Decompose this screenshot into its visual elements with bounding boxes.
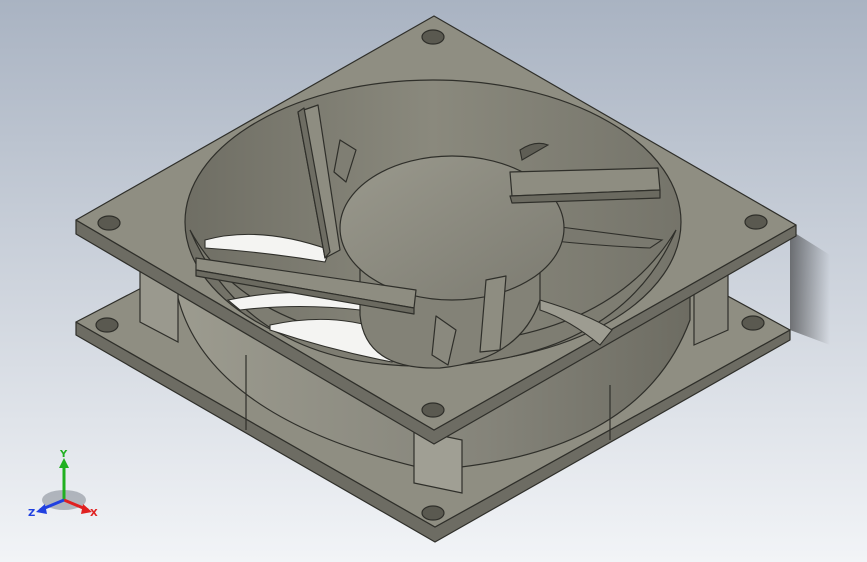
triad-z-label: Z xyxy=(28,508,35,519)
mounting-hole-top xyxy=(421,29,445,45)
mounting-hole-left xyxy=(97,215,121,231)
mounting-hole-bottom xyxy=(421,402,445,418)
mounting-hole-right xyxy=(744,214,768,230)
triad-y-label: Y xyxy=(59,449,68,460)
triad-x-label: X xyxy=(90,508,98,519)
graphics-viewport[interactable]: Y X Z xyxy=(0,0,867,562)
fan-3d-model[interactable] xyxy=(0,0,867,562)
triad-z-arrow xyxy=(36,504,47,514)
view-orientation-triad[interactable]: Y X Z xyxy=(26,448,102,524)
